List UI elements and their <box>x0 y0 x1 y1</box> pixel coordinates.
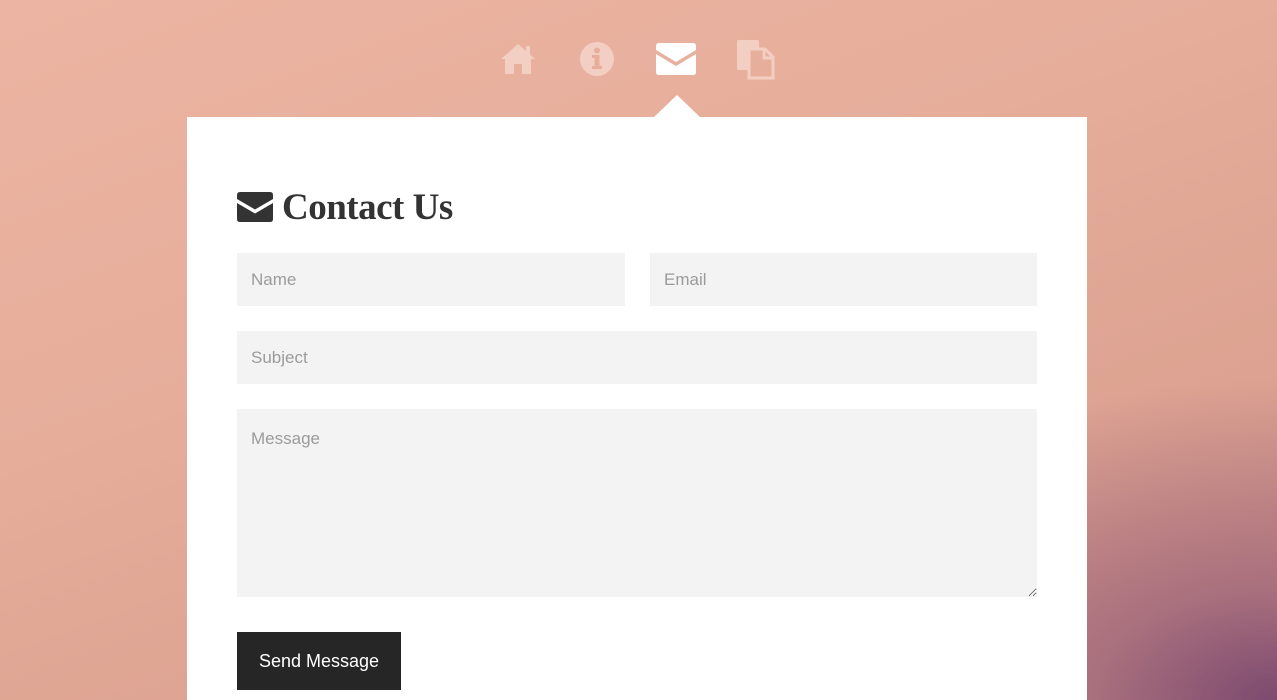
nav-docs[interactable] <box>731 36 779 82</box>
page-title: Contact Us <box>282 186 453 228</box>
info-icon <box>580 42 614 76</box>
main-nav <box>0 36 1277 84</box>
subject-field[interactable] <box>237 331 1037 384</box>
name-field[interactable] <box>237 253 625 306</box>
send-message-button[interactable]: Send Message <box>237 632 401 690</box>
contact-heading: Contact Us <box>237 185 453 229</box>
envelope-icon <box>237 192 273 222</box>
nav-contact[interactable] <box>652 36 700 82</box>
envelope-icon <box>656 43 696 75</box>
active-tab-pointer <box>654 95 700 117</box>
nav-home[interactable] <box>494 36 542 82</box>
email-field[interactable] <box>650 253 1037 306</box>
nav-info[interactable] <box>573 36 621 82</box>
home-icon <box>501 44 535 74</box>
message-field[interactable] <box>237 409 1037 597</box>
contact-panel: Contact Us Send Message <box>187 117 1087 700</box>
documents-icon <box>737 40 775 80</box>
